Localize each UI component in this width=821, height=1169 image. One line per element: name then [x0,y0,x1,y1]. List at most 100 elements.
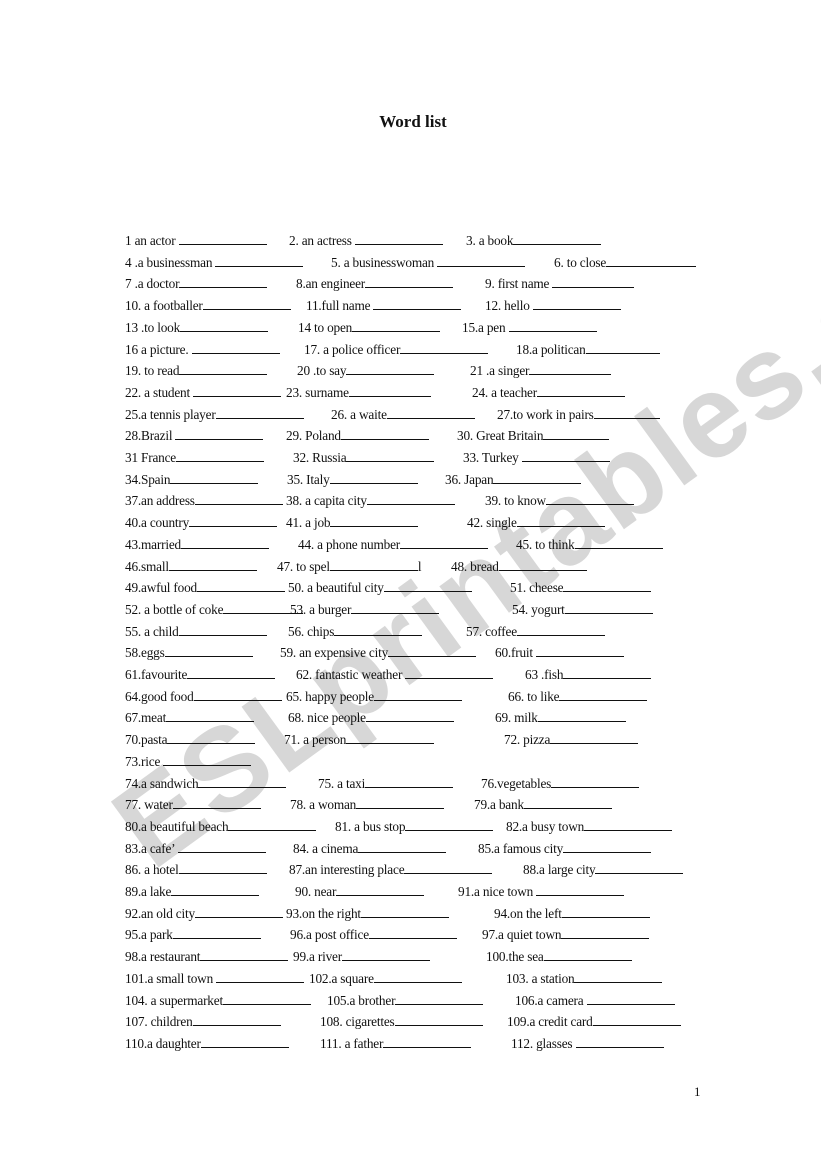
answer-blank-line[interactable] [405,818,494,831]
answer-blank-line[interactable] [516,514,605,528]
answer-blank-line[interactable] [180,319,269,332]
answer-blank-line[interactable] [179,275,268,289]
answer-blank-line[interactable] [329,471,418,484]
answer-blank-line[interactable] [536,883,625,896]
answer-blank-line[interactable] [545,492,634,506]
answer-blank-line[interactable] [163,753,252,766]
answer-blank-line[interactable] [493,471,582,484]
answer-blank-line[interactable] [193,384,282,397]
answer-blank-line[interactable] [187,666,276,679]
answer-blank-line[interactable] [354,232,443,245]
answer-blank-line[interactable] [356,796,445,810]
answer-blank-line[interactable] [400,536,489,549]
answer-blank-line[interactable] [215,406,304,419]
answer-blank-line[interactable] [383,1035,472,1048]
answer-blank-line[interactable] [189,514,278,528]
answer-blank-line[interactable] [563,579,652,593]
answer-blank-line[interactable] [563,840,652,853]
answer-blank-line[interactable] [404,861,493,875]
answer-blank-line[interactable] [521,449,610,462]
answer-blank-line[interactable] [532,297,621,311]
answer-blank-line[interactable] [348,384,431,397]
answer-blank-line[interactable] [575,1035,664,1048]
answer-blank-line[interactable] [197,579,285,593]
answer-blank-line[interactable] [543,948,632,962]
answer-blank-line[interactable] [593,406,660,419]
answer-blank-line[interactable] [346,731,435,745]
answer-blank-line[interactable] [586,992,675,1005]
answer-blank-line[interactable] [373,297,462,311]
answer-blank-line[interactable] [180,536,269,549]
answer-blank-line[interactable] [574,536,663,549]
answer-blank-line[interactable] [561,905,650,918]
answer-blank-line[interactable] [574,970,663,983]
answer-blank-line[interactable] [563,666,652,679]
answer-blank-line[interactable] [341,948,430,962]
answer-blank-line[interactable] [551,775,640,788]
answer-blank-line[interactable] [405,666,494,679]
answer-blank-line[interactable] [366,492,455,506]
answer-blank-line[interactable] [172,796,261,810]
answer-blank-line[interactable] [559,688,648,701]
answer-blank-line[interactable] [498,558,587,571]
answer-blank-line[interactable] [360,905,449,918]
answer-blank-line[interactable] [198,775,287,788]
answer-blank-line[interactable] [523,796,612,810]
answer-blank-line[interactable] [437,254,526,267]
answer-blank-line[interactable] [172,926,261,940]
answer-blank-line[interactable] [346,362,435,376]
answer-blank-line[interactable] [358,840,447,853]
answer-blank-line[interactable] [222,992,311,1005]
answer-blank-line[interactable] [394,1013,483,1027]
answer-blank-line[interactable] [168,558,257,571]
answer-blank-line[interactable] [170,471,259,484]
answer-blank-line[interactable] [200,1035,289,1048]
answer-blank-line[interactable] [400,341,489,354]
answer-blank-line[interactable] [550,731,639,745]
answer-blank-line[interactable] [383,579,472,593]
answer-blank-line[interactable] [178,623,267,636]
answer-blank-line[interactable] [529,362,612,376]
answer-blank-line[interactable] [166,709,255,723]
answer-blank-line[interactable] [395,992,484,1005]
answer-blank-line[interactable] [346,449,435,462]
answer-blank-line[interactable] [536,384,625,397]
answer-blank-line[interactable] [374,688,463,701]
answer-blank-line[interactable] [178,232,267,245]
answer-blank-line[interactable] [543,427,610,441]
answer-blank-line[interactable] [194,905,283,918]
answer-blank-line[interactable] [386,406,475,419]
answer-blank-line[interactable] [368,926,457,940]
answer-blank-line[interactable] [552,275,635,289]
answer-blank-line[interactable] [176,449,264,462]
answer-blank-line[interactable] [200,948,289,962]
answer-blank-line[interactable] [352,319,441,332]
answer-blank-line[interactable] [202,297,291,311]
answer-blank-line[interactable] [194,492,283,506]
answer-blank-line[interactable] [228,818,317,831]
answer-blank-line[interactable] [595,861,684,875]
answer-blank-line[interactable] [215,254,304,267]
answer-blank-line[interactable] [177,840,266,853]
answer-blank-line[interactable] [513,232,602,245]
answer-blank-line[interactable] [178,861,267,875]
answer-blank-line[interactable] [330,514,419,528]
answer-blank-line[interactable] [537,709,626,723]
answer-blank-line[interactable] [606,254,697,267]
answer-blank-line[interactable] [340,427,429,441]
answer-blank-line[interactable] [536,644,625,658]
answer-blank-line[interactable] [373,970,462,983]
answer-blank-line[interactable] [388,644,477,658]
answer-blank-line[interactable] [508,319,597,332]
answer-blank-line[interactable] [585,341,660,354]
answer-blank-line[interactable] [191,341,280,354]
answer-blank-line[interactable] [584,818,673,831]
answer-blank-line[interactable] [561,926,650,940]
answer-blank-line[interactable] [179,362,268,376]
answer-blank-line[interactable] [336,883,425,896]
answer-blank-line[interactable] [216,970,305,983]
answer-blank-line[interactable] [365,709,454,723]
answer-blank-line[interactable] [365,275,454,289]
answer-blank-line[interactable] [167,731,256,745]
answer-blank-line[interactable] [564,601,653,614]
